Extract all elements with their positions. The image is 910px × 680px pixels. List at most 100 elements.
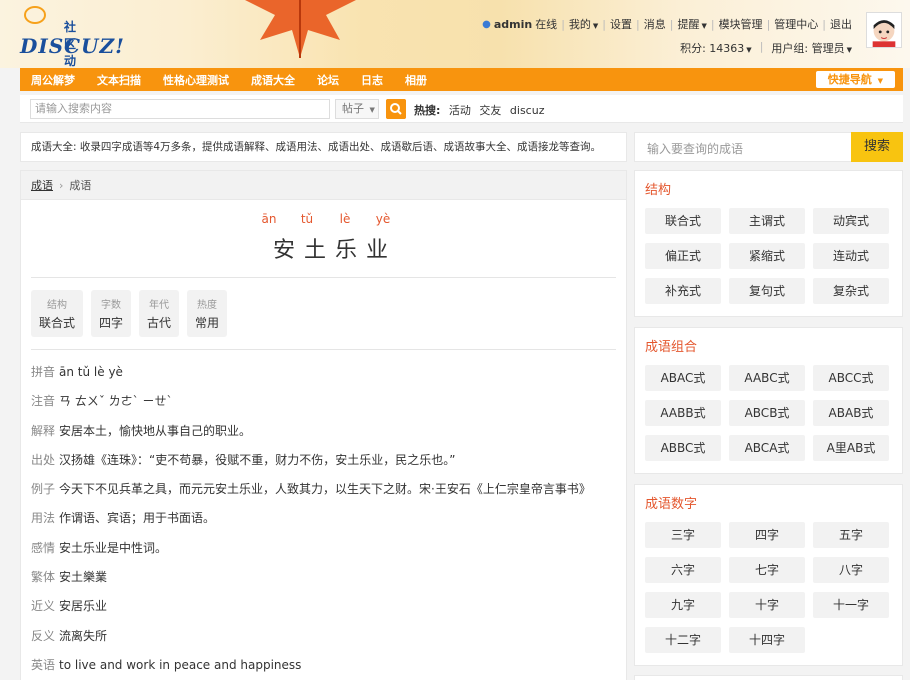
combo-item[interactable]: ABCA式 (729, 435, 805, 461)
combo-title: 成语组合 (645, 340, 698, 355)
structure-item[interactable]: 补充式 (645, 278, 721, 304)
chevron-down-icon: ▼ (846, 46, 852, 54)
hot-search-item[interactable]: discuz (510, 104, 545, 117)
nav-item-forum[interactable]: 论坛 (306, 72, 350, 88)
count-title: 成语数字 (645, 497, 698, 512)
count-item[interactable]: 五字 (813, 522, 889, 548)
pinyin-syllable: yè (375, 212, 391, 226)
count-item[interactable]: 六字 (645, 557, 721, 583)
combo-item[interactable]: ABCC式 (813, 365, 889, 391)
structure-panel: 结构 联合式 主谓式 动宾式 偏正式 紧缩式 连动式 补充式 复句式 复杂式 (634, 170, 903, 317)
combo-item[interactable]: ABAC式 (645, 365, 721, 391)
detail-usage: 用法 作谓语、宾语；用于书面语。 (31, 511, 216, 526)
hot-search-label: 热搜: (414, 104, 441, 117)
idiom-detail-panel: 成语 › 成语 ān tǔ lè yè 安土乐业 结构 联合式 字数 四字 年代 古代 热… (20, 170, 627, 680)
nav-item-personality[interactable]: 性格心理测试 (152, 72, 240, 88)
username-link[interactable]: admin (494, 18, 532, 31)
idiom-title-area: ān tǔ lè yè 安土乐业 (31, 200, 616, 278)
search-bar: 请输入搜索内容 帖子 ▼ 热搜: 活动 交友 discuz (20, 95, 903, 123)
chevron-down-icon: ▼ (592, 22, 599, 30)
breadcrumb: 成语 › 成语 (21, 171, 626, 200)
count-item[interactable]: 九字 (645, 592, 721, 618)
breadcrumb-home-link[interactable]: 成语 (31, 179, 53, 192)
detail-example: 例子 今天下不见兵革之具，而元元安土乐业，人致其力，以生天下之财。宋·王安石《上仁… (31, 482, 591, 497)
chevron-right-icon: › (59, 179, 64, 192)
idiom-pinyin: ān tǔ lè yè (261, 212, 391, 226)
structure-item[interactable]: 偏正式 (645, 243, 721, 269)
idiom-search-button[interactable]: 搜索 (851, 132, 903, 162)
combo-item[interactable]: ABBC式 (645, 435, 721, 461)
combo-item[interactable]: ABCB式 (729, 400, 805, 426)
structure-item[interactable]: 复句式 (729, 278, 805, 304)
main-nav: 周公解梦 文本扫描 性格心理测试 成语大全 论坛 日志 相册 快捷导航 ▼ (20, 68, 903, 91)
chevron-down-icon: ▼ (746, 46, 752, 54)
count-item[interactable]: 七字 (729, 557, 805, 583)
detail-antonym: 反义 流离失所 (31, 628, 108, 643)
structure-item[interactable]: 连动式 (813, 243, 889, 269)
idiom-search-input[interactable]: 输入要查询的成语 (647, 140, 743, 157)
search-button[interactable] (386, 99, 406, 119)
nav-reminders[interactable]: 提醒 ▼ (677, 16, 706, 32)
nav-item-album[interactable]: 相册 (394, 72, 438, 88)
nav-item-idioms[interactable]: 成语大全 (240, 72, 306, 88)
structure-item[interactable]: 动宾式 (813, 208, 889, 234)
nav-messages[interactable]: 消息 (644, 16, 666, 32)
chevron-down-icon: ▼ (369, 106, 375, 114)
nav-item-text-scan[interactable]: 文本扫描 (86, 72, 152, 88)
pinyin-syllable: tǔ (300, 212, 314, 226)
structure-item[interactable]: 主谓式 (729, 208, 805, 234)
search-input[interactable]: 请输入搜索内容 (30, 99, 330, 119)
detail-synonym: 近义 安居乐业 (31, 599, 108, 614)
structure-item[interactable]: 复杂式 (813, 278, 889, 304)
idiom-tags: 结构 联合式 字数 四字 年代 古代 热度 常用 (31, 278, 616, 350)
nav-settings[interactable]: 设置 (610, 16, 632, 32)
user-icon: ● (482, 18, 491, 30)
hot-search-item[interactable]: 活动 (449, 104, 471, 117)
count-item[interactable]: 八字 (813, 557, 889, 583)
detail-zhuyin: 注音ㄢ ㄊㄨˇ ㄌㄜˋ ㄧㄝˋ (31, 394, 173, 409)
combo-panel: 成语组合 ABAC式 AABC式 ABCC式 AABB式 ABCB式 ABAB式… (634, 327, 903, 474)
points-menu[interactable]: 积分: 14363 ▼ (680, 40, 752, 56)
nav-module-admin[interactable]: 模块管理 (719, 16, 763, 32)
maple-leaf-decoration (245, 0, 356, 58)
search-type-select[interactable]: 帖子 ▼ (335, 99, 379, 119)
hot-search-item[interactable]: 交友 (479, 104, 501, 117)
count-item[interactable]: 十四字 (729, 627, 805, 653)
structure-title: 结构 (645, 183, 672, 198)
combo-item[interactable]: ABAB式 (813, 400, 889, 426)
usergroup-menu[interactable]: 用户组: 管理员 ▼ (771, 40, 852, 56)
combo-item[interactable]: AABC式 (729, 365, 805, 391)
nav-logout[interactable]: 退出 (830, 16, 852, 32)
breadcrumb-current: 成语 (69, 179, 92, 192)
idiom-search-box: 输入要查询的成语 搜索 (634, 132, 903, 162)
nav-item-dream[interactable]: 周公解梦 (20, 72, 86, 88)
user-stats: 积分: 14363 ▼ | 用户组: 管理员 ▼ (680, 40, 852, 56)
nav-admin-center[interactable]: 管理中心 (774, 16, 818, 32)
count-item[interactable]: 四字 (729, 522, 805, 548)
online-status: 在线 (535, 18, 558, 31)
avatar[interactable] (866, 12, 902, 48)
detail-english: 英语 to live and work in peace and happines… (31, 657, 302, 672)
logo-title: DISCUZ! (20, 34, 125, 58)
count-item[interactable]: 十二字 (645, 627, 721, 653)
chevron-down-icon: ▼ (701, 22, 707, 30)
quick-nav-button[interactable]: 快捷导航 ▼ (815, 71, 895, 88)
combo-item[interactable]: AABB式 (645, 400, 721, 426)
nav-item-blog[interactable]: 日志 (350, 72, 394, 88)
combo-item[interactable]: A里AB式 (813, 435, 889, 461)
nav-my[interactable]: 我的 ▼ (569, 16, 598, 32)
detail-sentiment: 感情 安土乐业是中性词。 (31, 540, 168, 555)
count-item[interactable]: 十字 (729, 592, 805, 618)
site-header: 社区动力 DISCUZ! ● admin 在线 | 我的▼ | 设置 | 消息 … (0, 0, 910, 68)
structure-item[interactable]: 联合式 (645, 208, 721, 234)
structure-item[interactable]: 紧缩式 (729, 243, 805, 269)
tag-popularity: 热度 常用 (187, 290, 228, 337)
count-item[interactable]: 十一字 (813, 592, 889, 618)
user-nav: ● admin 在线 | 我的 ▼ | 设置 | 消息 | 提醒 ▼ | 模块管理 … (482, 16, 852, 32)
logo-bubble-icon (24, 6, 46, 24)
idiom-details: 拼音 ān tǔ lè yè 注音ㄢ ㄊㄨˇ ㄌㄜˋ ㄧㄝˋ 解释 安居本土，愉快地… (21, 350, 626, 680)
next-panel (634, 675, 903, 680)
pinyin-syllable: ān (261, 212, 277, 226)
tag-structure: 结构 联合式 (31, 290, 84, 337)
count-item[interactable]: 三字 (645, 522, 721, 548)
